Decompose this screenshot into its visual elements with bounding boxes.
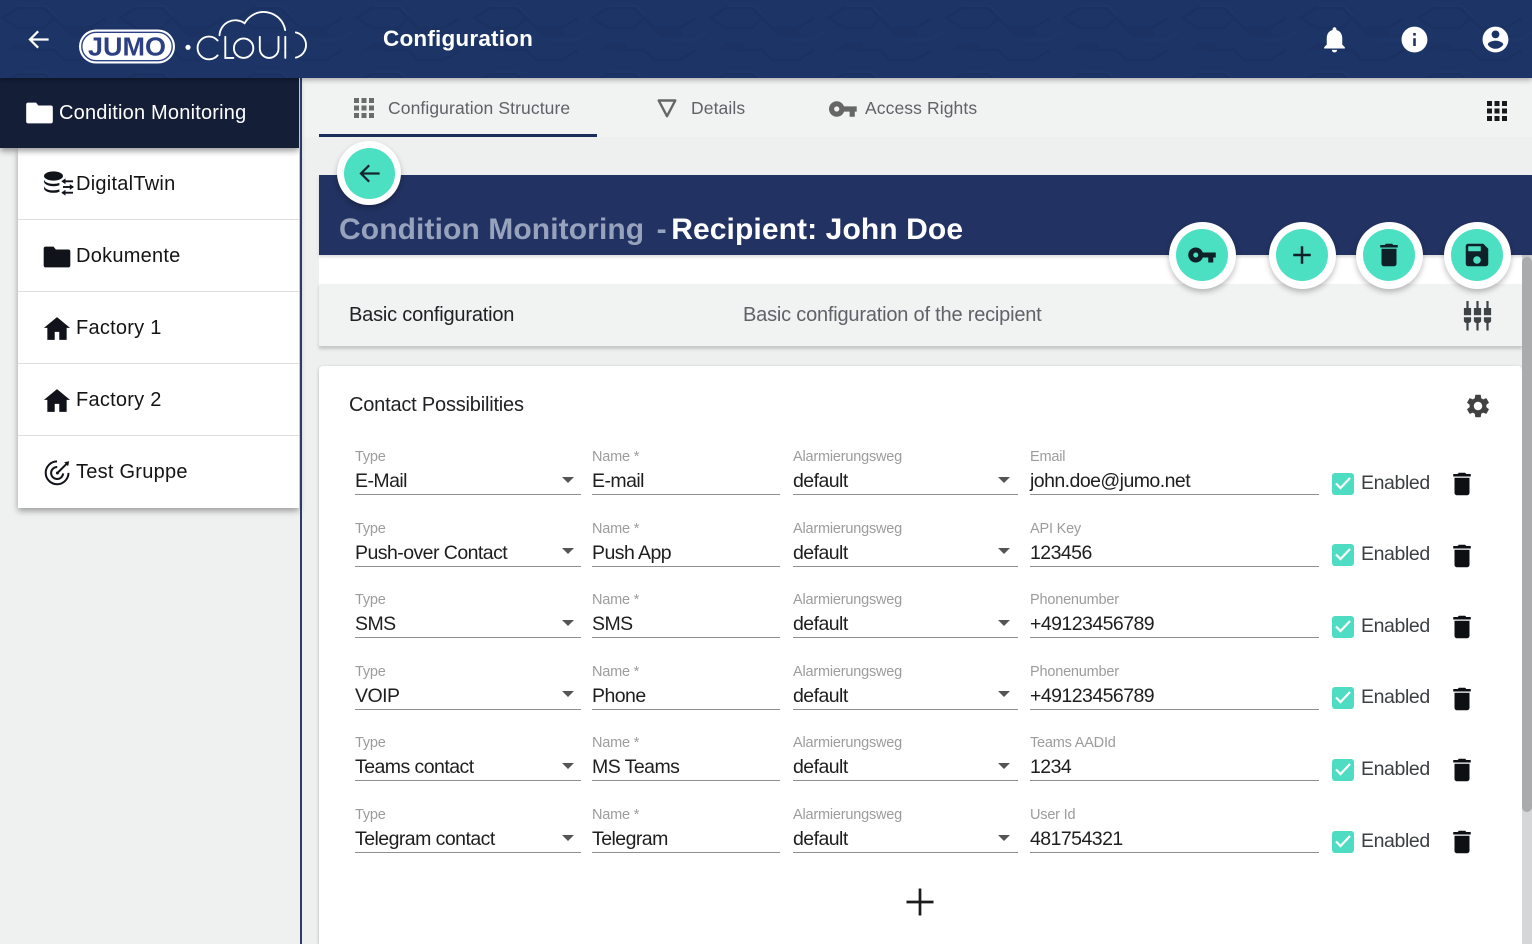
svg-text:JUMO: JUMO [88, 34, 166, 62]
